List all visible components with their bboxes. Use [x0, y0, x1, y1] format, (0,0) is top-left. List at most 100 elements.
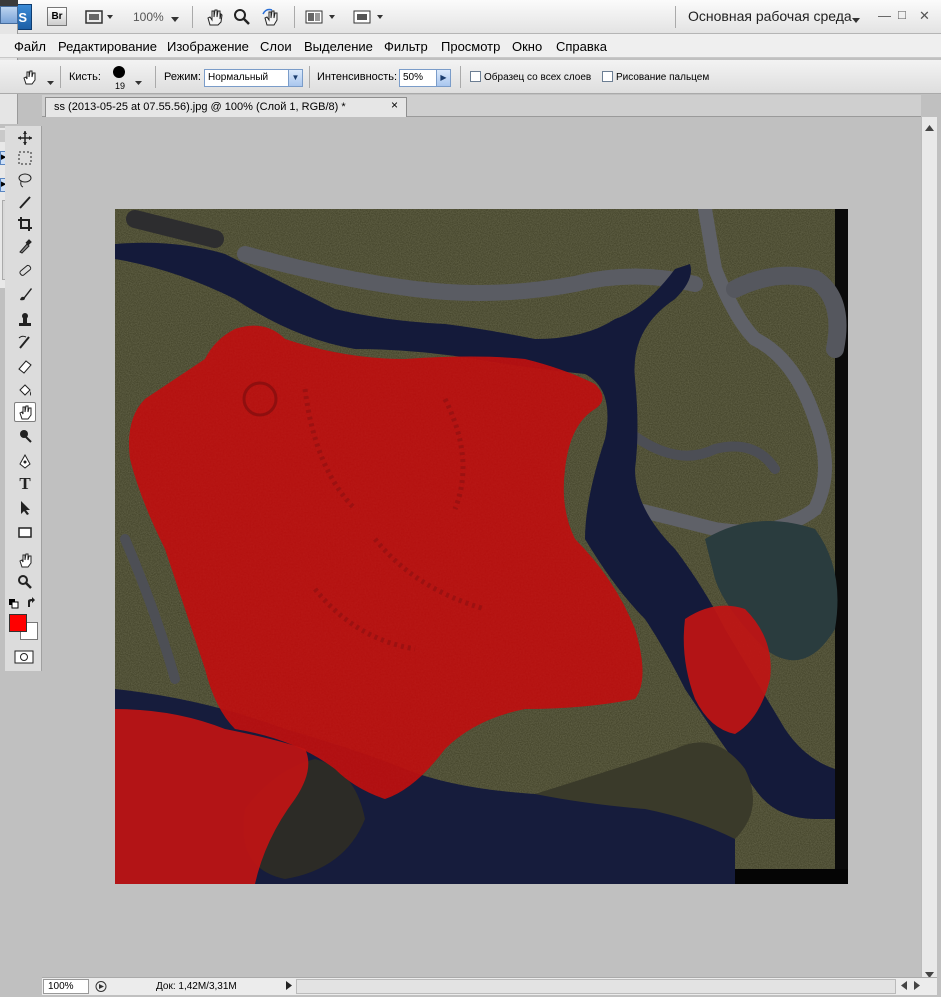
horizontal-scrollbar[interactable]	[296, 979, 896, 994]
chevron-down-icon[interactable]	[171, 12, 179, 26]
separator	[675, 6, 676, 28]
quick-selection-tool[interactable]	[14, 192, 36, 212]
finger-painting-checkbox[interactable]	[602, 71, 613, 82]
rotate-view-button[interactable]	[259, 6, 283, 28]
hand-tool-button[interactable]	[203, 6, 225, 28]
chevron-down-icon[interactable]	[135, 75, 142, 89]
bridge-button[interactable]: Br	[47, 7, 67, 26]
menu-edit[interactable]: Редактирование	[58, 39, 157, 54]
workspace-switcher[interactable]: Основная рабочая среда	[688, 8, 852, 24]
zoom-tool[interactable]	[14, 572, 36, 592]
vertical-scrollbar[interactable]	[921, 117, 937, 978]
zoom-level-dropdown[interactable]: 100%	[133, 10, 164, 24]
menu-view[interactable]: Просмотр	[441, 39, 500, 54]
close-icon[interactable]: ✕	[919, 8, 930, 24]
screen-mode-icon	[353, 10, 383, 24]
eyedropper-tool[interactable]	[14, 236, 36, 256]
menu-layers[interactable]: Слои	[260, 39, 292, 54]
intensity-value: 50%	[403, 72, 424, 83]
rectangle-icon	[18, 527, 32, 538]
scroll-right-icon[interactable]	[914, 981, 920, 993]
marquee-tool[interactable]	[14, 148, 36, 168]
type-icon: T	[19, 474, 31, 493]
document-tab-bar: ss (2013-05-25 at 07.55.56).jpg @ 100% (…	[42, 95, 921, 117]
panel-collapse-button[interactable]	[0, 6, 18, 24]
path-selection-tool[interactable]	[14, 498, 36, 518]
options-bar: Кисть: 19 Режим: Нормальный ▼ Интенсивно…	[0, 60, 941, 94]
document-size: Док: 1,42M/3,31M	[156, 981, 237, 992]
stamp-icon	[19, 313, 31, 326]
finger-painting-label: Рисование пальцем	[616, 72, 710, 83]
menu-image[interactable]: Изображение	[167, 39, 249, 54]
chevron-down-icon[interactable]: ▼	[288, 70, 302, 86]
scroll-up-icon[interactable]	[925, 120, 934, 134]
default-colors-icon[interactable]	[9, 598, 19, 612]
dodge-tool[interactable]	[14, 426, 36, 446]
type-tool[interactable]: T	[14, 474, 36, 494]
screen-mode-button[interactable]	[352, 6, 388, 28]
intensity-label: Интенсивность:	[317, 71, 398, 83]
zoom-tool-button[interactable]	[231, 6, 253, 28]
lasso-icon	[18, 173, 32, 188]
sample-all-layers-checkbox[interactable]	[470, 71, 481, 82]
brush-tip-icon[interactable]	[113, 66, 125, 78]
bandage-icon	[19, 264, 32, 276]
marquee-icon	[18, 151, 32, 165]
close-tab-icon[interactable]: ×	[391, 98, 398, 112]
menu-bar: Файл Редактирование Изображение Слои Выд…	[0, 34, 941, 58]
paint-bucket-tool[interactable]	[14, 380, 36, 400]
lasso-tool[interactable]	[14, 170, 36, 190]
arrange-documents-button[interactable]	[304, 6, 340, 28]
brush-size: 19	[115, 81, 126, 91]
crop-tool[interactable]	[14, 214, 36, 234]
menu-filter[interactable]: Фильтр	[384, 39, 428, 54]
eraser-icon	[18, 360, 32, 374]
pen-tool[interactable]	[14, 452, 36, 472]
move-icon	[18, 131, 32, 145]
magnifier-icon	[18, 575, 32, 589]
mode-value: Нормальный	[208, 72, 269, 83]
tool-preset-picker[interactable]	[20, 68, 42, 88]
intensity-input[interactable]: 50% ▶	[399, 69, 451, 87]
minimize-icon[interactable]: —	[878, 8, 891, 23]
chevron-right-icon[interactable]: ▶	[436, 70, 450, 86]
menu-file[interactable]: Файл	[14, 39, 46, 54]
document-image[interactable]	[115, 209, 848, 884]
mini-bridge-button[interactable]	[82, 6, 118, 28]
zoom-field[interactable]: 100%	[43, 979, 89, 994]
foreground-color-swatch[interactable]	[9, 614, 27, 632]
arrow-icon	[21, 501, 30, 515]
status-info-arrow-icon[interactable]	[286, 981, 292, 993]
maximize-icon[interactable]: □	[898, 7, 906, 22]
hand-tool[interactable]	[14, 550, 36, 570]
scroll-left-icon[interactable]	[901, 981, 907, 993]
brush-tool[interactable]	[14, 284, 36, 304]
menu-select[interactable]: Выделение	[304, 39, 373, 54]
hand-icon	[207, 9, 223, 26]
swap-colors-icon[interactable]	[26, 597, 38, 612]
document-tab[interactable]: ss (2013-05-25 at 07.55.56).jpg @ 100% (…	[45, 97, 407, 117]
dodge-icon	[20, 430, 32, 443]
crop-icon	[18, 217, 32, 231]
quick-mask-button[interactable]	[14, 650, 34, 664]
eraser-tool[interactable]	[14, 356, 36, 376]
separator	[192, 6, 193, 28]
hand-icon	[19, 553, 32, 568]
shape-tool[interactable]	[14, 522, 36, 542]
move-tool[interactable]	[14, 128, 36, 148]
chevron-down-icon[interactable]	[852, 13, 860, 27]
mode-select[interactable]: Нормальный ▼	[204, 69, 303, 87]
menu-window[interactable]: Окно	[512, 39, 542, 54]
separator	[60, 66, 61, 88]
eyedropper-icon	[19, 239, 32, 254]
smudge-tool-selected[interactable]	[14, 402, 36, 422]
clone-stamp-tool[interactable]	[14, 310, 36, 330]
rotate-hand-icon	[262, 8, 278, 26]
chevron-down-icon[interactable]	[47, 75, 54, 89]
status-menu-icon[interactable]	[94, 979, 108, 994]
arrange-icon	[305, 10, 335, 24]
history-brush-tool[interactable]	[14, 332, 36, 352]
document-title: ss (2013-05-25 at 07.55.56).jpg @ 100% (…	[54, 101, 346, 113]
menu-help[interactable]: Справка	[556, 39, 607, 54]
healing-brush-tool[interactable]	[14, 260, 36, 280]
